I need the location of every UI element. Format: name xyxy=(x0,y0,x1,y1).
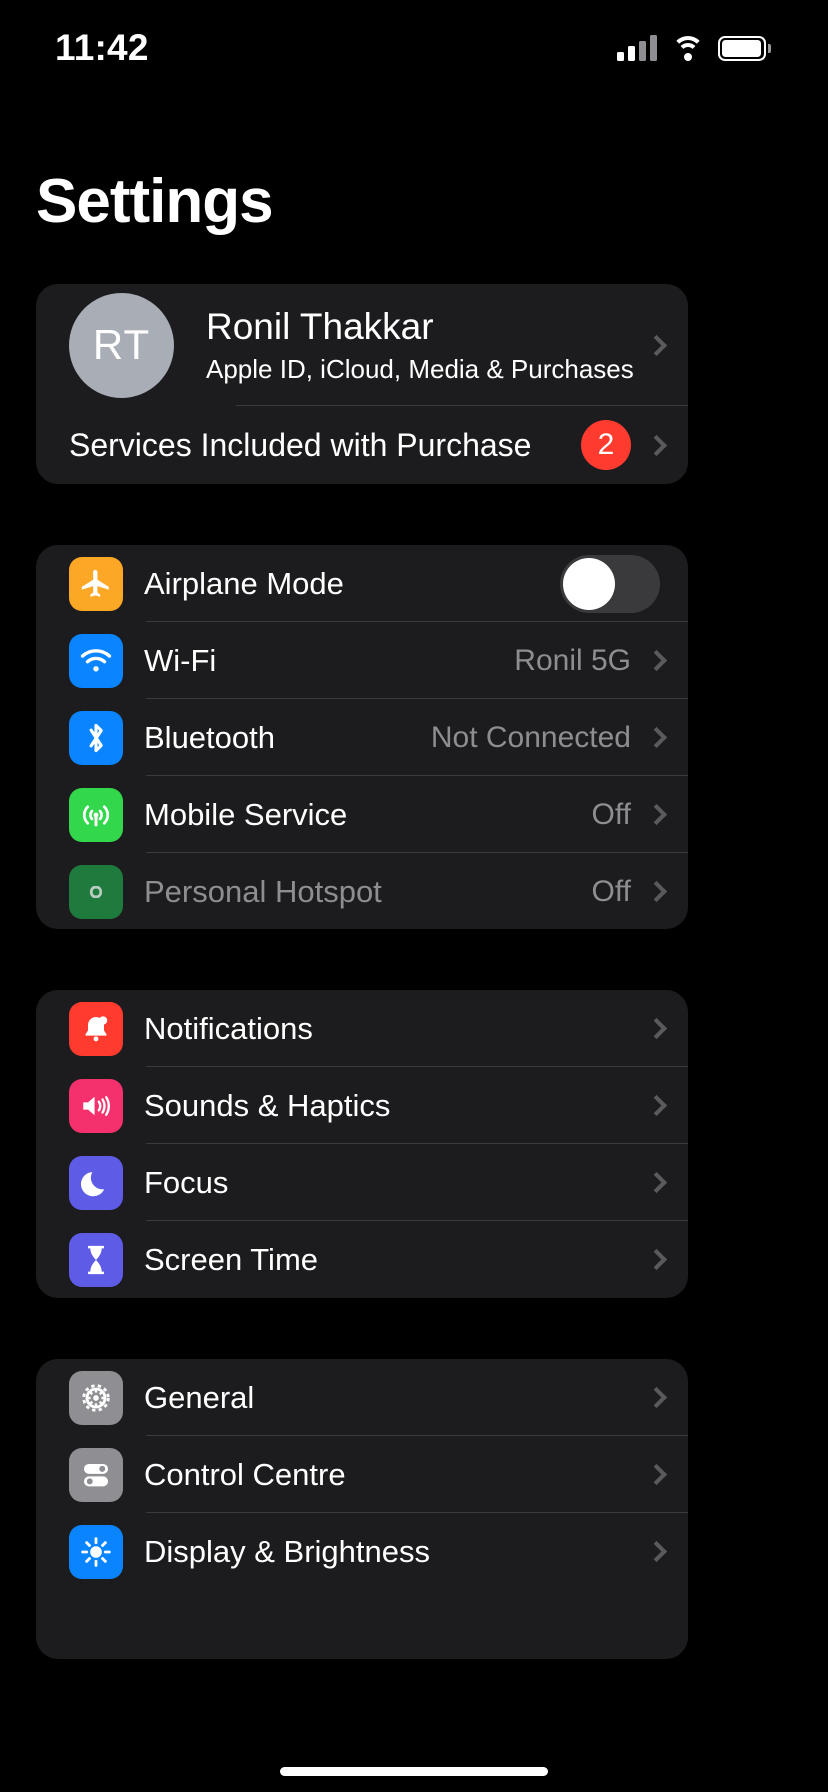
settings-row-bluetooth[interactable]: Bluetooth Not Connected xyxy=(36,699,688,776)
chevron-right-icon xyxy=(645,1540,668,1563)
general-group: General Control Centre Display & Brightn… xyxy=(36,1359,688,1659)
settings-row-notifications[interactable]: Notifications xyxy=(36,990,688,1067)
row-label: Display & Brightness xyxy=(144,1533,431,1569)
moon-icon xyxy=(69,1155,123,1210)
settings-row-mobile-service[interactable]: Mobile Service Off xyxy=(36,776,688,853)
chevron-right-icon xyxy=(645,434,668,456)
chevron-right-icon xyxy=(645,726,668,749)
row-label: Bluetooth xyxy=(144,719,275,755)
profile-subtitle: Apple ID, iCloud, Media & Purchases xyxy=(206,353,634,384)
apple-account-row[interactable]: RT Ronil Thakkar Apple ID, iCloud, Media… xyxy=(36,284,688,406)
settings-row-personal-hotspot[interactable]: Personal Hotspot Off xyxy=(36,853,688,929)
status-bar: 11:42 xyxy=(0,0,828,96)
settings-row-focus[interactable]: Focus xyxy=(36,1144,688,1221)
settings-row-general[interactable]: General xyxy=(36,1359,688,1436)
settings-row-display-brightness[interactable]: Display & Brightness xyxy=(36,1513,688,1590)
row-label: Screen Time xyxy=(144,1241,319,1277)
home-indicator[interactable] xyxy=(280,1767,548,1776)
row-label: Mobile Service xyxy=(144,796,348,832)
row-label: General xyxy=(144,1379,255,1415)
sun-icon xyxy=(69,1524,123,1579)
chevron-right-icon xyxy=(645,880,668,903)
chevron-right-icon xyxy=(645,649,668,672)
cellular-signal-icon xyxy=(69,787,123,842)
wifi-icon xyxy=(671,35,704,61)
settings-row-airplane-mode[interactable]: Airplane Mode xyxy=(36,545,688,622)
chevron-right-icon xyxy=(645,1248,668,1271)
hourglass-icon xyxy=(69,1232,123,1287)
airplane-mode-toggle[interactable] xyxy=(560,554,660,613)
account-group: RT Ronil Thakkar Apple ID, iCloud, Media… xyxy=(36,284,688,484)
chevron-right-icon xyxy=(645,1094,668,1117)
row-value: Ronil 5G xyxy=(514,643,631,677)
row-label: Sounds & Haptics xyxy=(144,1087,391,1123)
profile-text: Ronil Thakkar Apple ID, iCloud, Media & … xyxy=(206,305,645,384)
settings-row-wifi[interactable]: Wi-Fi Ronil 5G xyxy=(36,622,688,699)
chevron-right-icon xyxy=(645,803,668,826)
chevron-right-icon xyxy=(645,1171,668,1194)
gear-icon xyxy=(69,1370,123,1425)
profile-name: Ronil Thakkar xyxy=(206,306,434,348)
row-value: Off xyxy=(591,874,631,908)
row-label: Control Centre xyxy=(144,1456,346,1492)
settings-row-sounds-haptics[interactable]: Sounds & Haptics xyxy=(36,1067,688,1144)
chevron-right-icon xyxy=(645,334,668,356)
status-bar-indicators xyxy=(617,35,771,61)
hotspot-link-icon xyxy=(69,864,123,919)
wifi-icon xyxy=(69,633,123,688)
row-value: Not Connected xyxy=(430,720,631,754)
row-label: Wi-Fi xyxy=(144,642,217,678)
chevron-right-icon xyxy=(645,1463,668,1486)
cellular-bars-icon xyxy=(617,35,657,61)
airplane-icon xyxy=(69,556,123,611)
chevron-right-icon xyxy=(645,1017,668,1040)
row-label: Personal Hotspot xyxy=(144,873,382,909)
status-bar-time: 11:42 xyxy=(55,27,149,68)
sliders-icon xyxy=(69,1447,123,1502)
settings-row-screen-time[interactable]: Screen Time xyxy=(36,1221,688,1298)
settings-row-control-centre[interactable]: Control Centre xyxy=(36,1436,688,1513)
speaker-icon xyxy=(69,1078,123,1133)
status-badge: 2 xyxy=(581,420,631,470)
row-value: Off xyxy=(591,797,631,831)
services-included-row[interactable]: Services Included with Purchase 2 xyxy=(36,406,688,484)
services-label: Services Included with Purchase xyxy=(69,426,532,463)
row-label: Notifications xyxy=(144,1010,313,1046)
notifications-group: Notifications Sounds & Haptics Focus Scr… xyxy=(36,990,688,1298)
avatar: RT xyxy=(69,292,174,398)
bluetooth-icon xyxy=(69,710,123,765)
page-title: Settings xyxy=(36,167,274,236)
settings-screen: 11:42 Settings RT Ronil Thakkar Apple ID… xyxy=(0,0,828,1792)
connectivity-group: Airplane Mode Wi-Fi Ronil 5G Bluetooth N… xyxy=(36,545,688,929)
chevron-right-icon xyxy=(645,1386,668,1409)
battery-icon xyxy=(718,35,771,61)
row-separator xyxy=(236,405,688,406)
row-label: Airplane Mode xyxy=(144,565,344,601)
row-label: Focus xyxy=(144,1164,229,1200)
bell-icon xyxy=(69,1001,123,1056)
